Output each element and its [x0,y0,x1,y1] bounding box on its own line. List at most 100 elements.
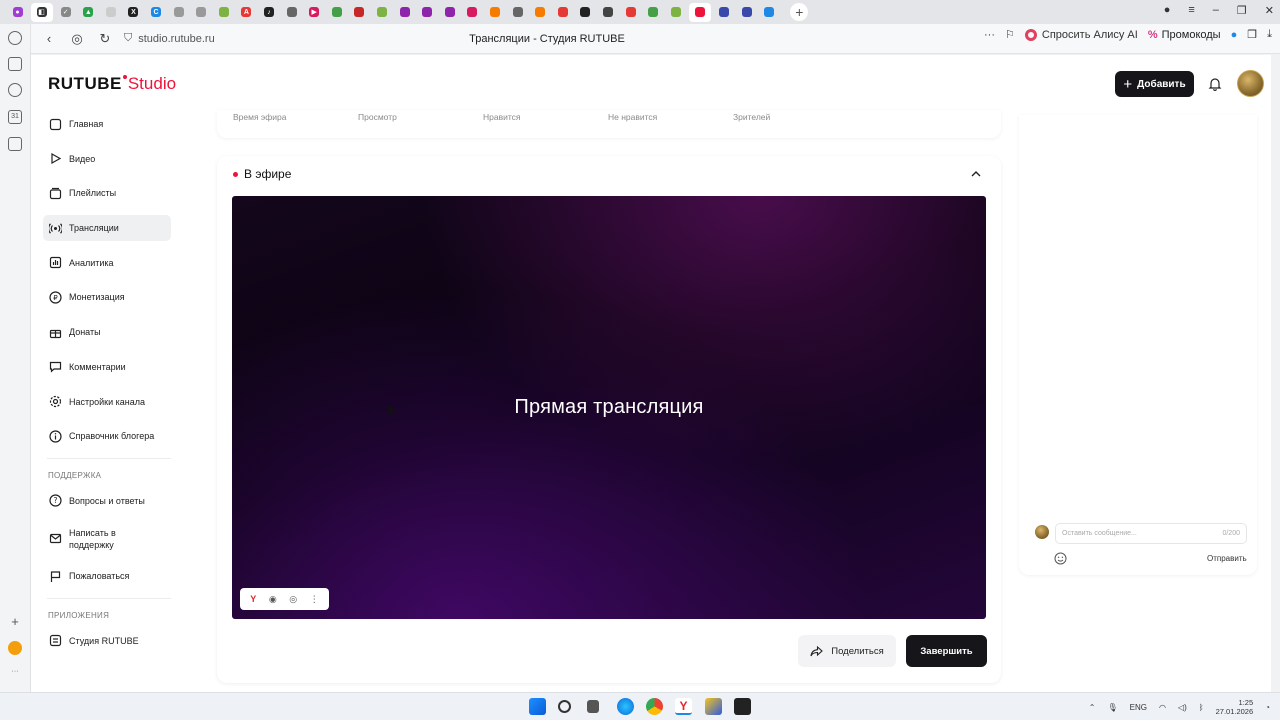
ask-alisa-button[interactable]: Спросить Алису AI [1024,28,1138,41]
close-icon[interactable]: ✕ [1265,4,1274,17]
tab[interactable] [169,3,188,22]
bell-icon[interactable] [1208,77,1222,91]
more-icon[interactable]: ··· [8,666,22,680]
tab[interactable] [485,3,504,22]
back-icon[interactable]: ‹ [38,28,60,50]
nav-item-playlists[interactable]: Плейлисты [43,180,171,206]
tab[interactable]: ✓ [56,3,75,22]
tab[interactable] [192,3,211,22]
promo-button[interactable]: % Промокоды [1148,29,1221,41]
chevron-up-icon[interactable]: ⌃ [1089,703,1096,712]
tab[interactable] [214,3,233,22]
profile-icon[interactable]: ● [1164,4,1171,17]
chevron-up-icon[interactable] [971,170,981,177]
tab[interactable] [327,3,346,22]
share-button[interactable]: Поделиться [798,635,896,667]
tab[interactable]: A [237,3,256,22]
calendar-icon[interactable]: 31 [8,110,22,124]
download-icon[interactable]: ⤓ [1267,28,1272,41]
chrome-icon[interactable] [646,698,663,715]
tab[interactable] [598,3,617,22]
tab[interactable]: ▲ [79,3,98,22]
chat-send-button[interactable]: Отправить [1207,554,1247,563]
app-icon[interactable] [734,698,751,715]
user-avatar[interactable] [1237,70,1264,97]
file-explorer-icon[interactable] [587,700,599,713]
tab[interactable] [737,3,756,22]
mail-icon[interactable] [8,137,22,151]
tab[interactable] [395,3,414,22]
screenshot-icon[interactable]: ◎ [289,594,297,605]
tab[interactable]: ● [8,3,27,22]
windows-start-icon[interactable] [529,698,546,715]
menu-icon[interactable]: ≡ [1188,4,1194,17]
extension-icon[interactable]: ● [1231,29,1238,41]
minimize-icon[interactable]: – [1213,4,1219,17]
emoji-icon[interactable] [1054,552,1067,565]
nav-item-monetization[interactable]: ₽ Монетизация [43,284,171,310]
nav-item-channel-settings[interactable]: Настройки канала [43,389,171,415]
collections-icon[interactable]: ❐ [1247,28,1257,41]
clock[interactable]: 1:25 27.01.2026 [1216,698,1254,716]
edge-icon[interactable] [617,698,634,715]
add-button[interactable]: + Добавить [1115,71,1194,97]
compass-icon[interactable] [8,83,22,97]
tab[interactable] [714,3,733,22]
nav-item-donations[interactable]: Донаты [43,319,171,345]
tab[interactable] [553,3,572,22]
restore-icon[interactable]: ❐ [1237,4,1247,17]
more-icon[interactable]: ··· [984,29,995,41]
tab[interactable] [621,3,640,22]
tab[interactable] [350,3,369,22]
tab-current[interactable] [688,2,711,22]
nav-item-write-support[interactable]: Написать в поддержку [43,523,171,555]
url-field[interactable]: ⛉ studio.rutube.ru [124,32,215,45]
tab[interactable]: ▶ [305,3,324,22]
tab[interactable] [101,3,120,22]
tab[interactable] [531,3,550,22]
nav-item-streams[interactable]: Трансляции [43,215,171,242]
rutube-studio-logo[interactable]: RUTUBE Studio [48,74,176,94]
tab[interactable] [463,3,482,22]
chat-message-input[interactable]: Оставить сообщение... 0/200 [1055,523,1247,544]
new-tab-button[interactable]: + [790,3,809,21]
tab[interactable]: ♪ [260,3,279,22]
notes-icon[interactable] [8,57,22,71]
tab[interactable] [508,3,527,22]
tab[interactable] [644,3,663,22]
tab[interactable] [760,3,779,22]
history-icon[interactable] [8,31,22,45]
bluetooth-icon[interactable]: ᛒ [1199,703,1204,712]
nav-item-report[interactable]: Пожаловаться [43,563,171,589]
search-icon[interactable] [558,700,571,713]
tab[interactable] [418,3,437,22]
volume-icon[interactable]: ◁) [1178,703,1187,712]
tab[interactable] [666,3,685,22]
bookmark-icon[interactable]: ⚐ [1005,28,1015,41]
nav-item-studio-app[interactable]: Студия RUTUBE [43,628,171,654]
language-indicator[interactable]: ENG [1130,703,1147,712]
video-player[interactable]: Прямая трансляция Y ◉ ◎ ⋮ [232,196,986,619]
tab[interactable] [440,3,459,22]
microphone-icon[interactable]: 🎙︎ [1107,703,1117,712]
tab[interactable] [282,3,301,22]
tab[interactable] [576,3,595,22]
eye-icon[interactable]: ◉ [269,594,277,605]
add-panel-icon[interactable]: + [8,615,22,630]
nav-item-video[interactable]: Видео [43,146,171,172]
nav-item-faq[interactable]: ? Вопросы и ответы [43,488,171,514]
finish-stream-button[interactable]: Завершить [906,635,987,667]
app-icon[interactable] [705,698,722,715]
tab-active[interactable]: ◧ [30,2,53,22]
reload-icon[interactable]: ↻ [94,28,116,50]
app-icon[interactable] [8,641,22,655]
nav-item-blogger-guide[interactable]: Справочник блогера [43,423,171,449]
tab[interactable] [373,3,392,22]
wifi-icon[interactable]: ◠ [1159,703,1166,712]
nav-item-comments[interactable]: Комментарии [43,354,171,380]
nav-item-analytics[interactable]: Аналитика [43,250,171,276]
tab[interactable]: C [147,3,166,22]
yandex-browser-icon[interactable]: Y [675,698,692,715]
notifications-icon[interactable]: ◔ [1265,703,1270,712]
more-vertical-icon[interactable]: ⋮ [310,594,319,605]
